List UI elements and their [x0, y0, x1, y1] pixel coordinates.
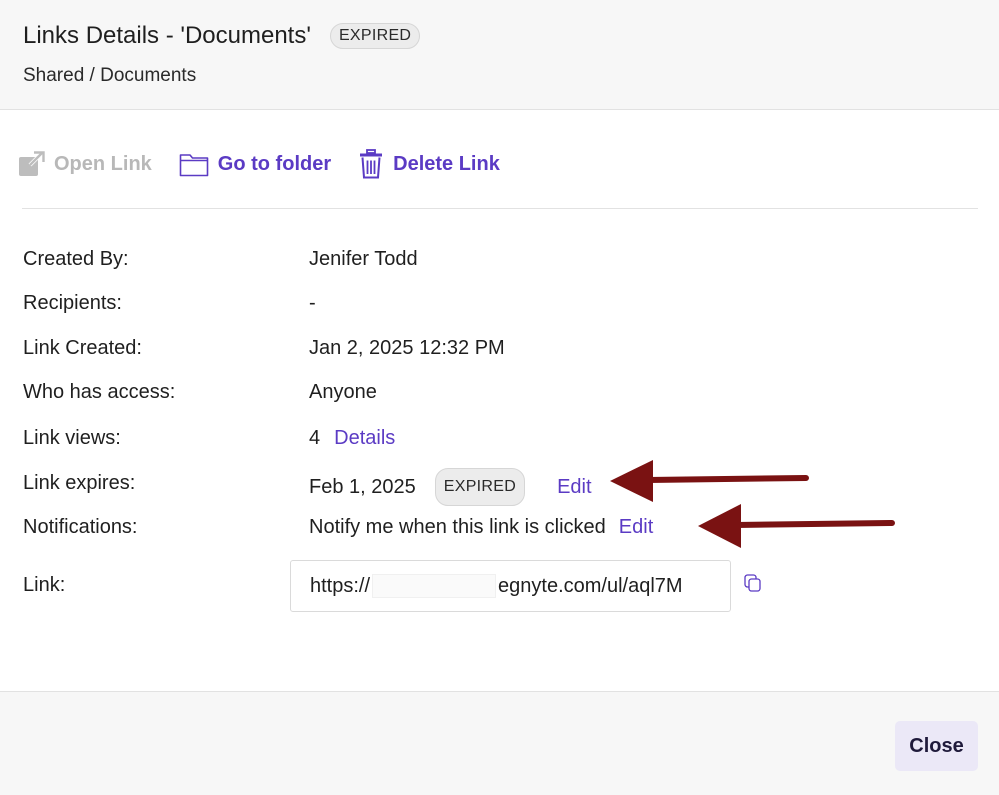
dialog-title: Links Details - 'Documents' — [23, 22, 311, 49]
recipients-value: - — [309, 292, 316, 314]
dialog-header: Links Details - 'Documents' EXPIRED Shar… — [0, 0, 999, 110]
link-created-label: Link Created: — [23, 337, 142, 359]
open-link-label: Open Link — [54, 152, 152, 175]
edit-notifications-link[interactable]: Edit — [619, 512, 653, 542]
close-button[interactable]: Close — [895, 721, 978, 771]
toolbar: Open Link Go to folder Delete Link — [18, 148, 527, 180]
notifications-value: Notify me when this link is clicked — [309, 516, 606, 538]
toolbar-divider — [22, 208, 978, 209]
breadcrumb: Shared / Documents — [23, 65, 197, 86]
access-label: Who has access: — [23, 381, 176, 403]
notifications-label: Notifications: — [23, 516, 138, 538]
delete-link-button[interactable]: Delete Link — [358, 149, 500, 179]
link-url-field[interactable]: https:// egnyte.com/ul/aql7M — [290, 560, 731, 612]
created-by-label: Created By: — [23, 248, 129, 270]
link-expires-value: Feb 1, 2025 — [309, 476, 416, 498]
expired-badge: EXPIRED — [434, 468, 526, 506]
link-created-value: Jan 2, 2025 12:32 PM — [309, 337, 505, 359]
delete-link-label: Delete Link — [393, 152, 500, 175]
link-expires-label: Link expires: — [23, 472, 136, 494]
external-link-icon — [19, 150, 45, 176]
recipients-label: Recipients: — [23, 292, 122, 314]
go-to-folder-label: Go to folder — [217, 152, 332, 175]
folder-icon — [179, 154, 209, 177]
annotation-arrow-expires — [610, 460, 809, 502]
trash-icon — [360, 149, 383, 179]
dialog-footer — [0, 691, 999, 795]
status-badge: EXPIRED — [329, 23, 421, 49]
copy-icon[interactable] — [744, 574, 763, 593]
open-link-button[interactable]: Open Link — [18, 150, 152, 178]
link-url-prefix: https:// — [310, 574, 371, 597]
go-to-folder-button[interactable]: Go to folder — [179, 151, 331, 177]
created-by-value: Jenifer Todd — [309, 248, 418, 270]
title-row: Links Details - 'Documents' EXPIRED — [23, 22, 421, 50]
link-url-suffix: egnyte.com/ul/aql7M — [498, 574, 683, 597]
edit-expiration-link[interactable]: Edit — [557, 472, 591, 502]
link-views-label: Link views: — [23, 427, 121, 449]
annotation-arrow-notifications — [698, 504, 895, 548]
access-value: Anyone — [309, 381, 377, 403]
link-label: Link: — [23, 574, 66, 596]
link-views-count: 4 — [309, 427, 321, 449]
redacted-area — [372, 574, 497, 598]
views-details-link[interactable]: Details — [334, 423, 395, 453]
